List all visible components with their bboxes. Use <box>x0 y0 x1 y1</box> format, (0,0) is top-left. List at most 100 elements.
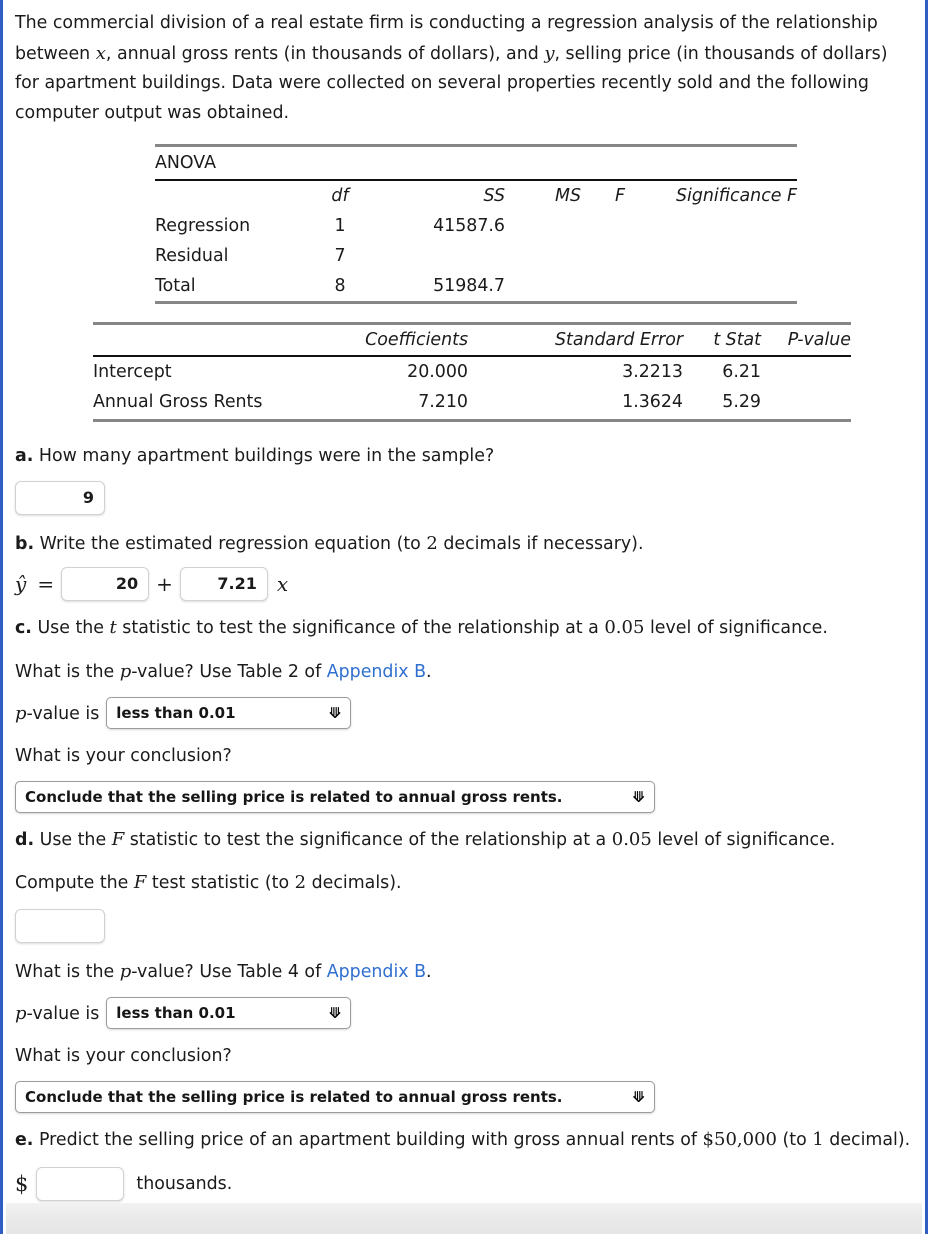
page-footer <box>6 1203 922 1234</box>
part-d-pvalue-select-value: less than 0.01 <box>116 1004 236 1022</box>
anova-row-1-f <box>581 241 625 271</box>
anova-row-2-label: Total <box>155 276 196 296</box>
predicted-price-input[interactable] <box>36 1167 125 1201</box>
slope-input[interactable]: 7.21 <box>179 567 268 601</box>
part-d-conclusion-question: What is your conclusion? <box>15 1046 232 1066</box>
equals-symbol: = <box>37 572 55 596</box>
part-c-conclusion-question: What is your conclusion? <box>15 746 232 766</box>
part-c-conclusion-select[interactable]: Conclude that the selling price is relat… <box>15 780 655 813</box>
anova-row-0-f <box>581 211 625 241</box>
part-e-amount: $50,000 <box>702 1128 777 1150</box>
chevron-down-icon: ⟱ <box>632 1087 645 1106</box>
part-c-pvalue-row: p-value is less than 0.01 ⟱ <box>15 697 913 729</box>
anova-title: ANOVA <box>155 144 797 180</box>
coef-row-0-tstat: 6.21 <box>683 355 761 387</box>
part-c-p-symbol: p <box>119 660 132 682</box>
dollar-sign: $ <box>15 1172 29 1196</box>
chevron-down-icon: ⟱ <box>632 787 645 806</box>
part-c-text-2: statistic to test the significance of th… <box>116 618 605 638</box>
part-d-f-symbol-2: F <box>133 872 147 893</box>
regression-equation-row: ŷ = 20 + 7.21 x <box>15 567 913 601</box>
anova-row-0-df: 1 <box>334 216 346 236</box>
anova-table-container: ANOVA df SS MS F Significance F Regressi… <box>15 144 913 305</box>
x-variable-symbol: x <box>276 572 289 596</box>
part-d-pv-text-1: What is the <box>15 961 120 982</box>
anova-row-0-label: Regression <box>155 216 251 236</box>
anova-row-0-ss: 41587.6 <box>433 216 505 236</box>
anova-row-2-ms <box>505 271 581 303</box>
question-page: The commercial division of a real estate… <box>0 0 928 1234</box>
part-c-conclusion-select-value: Conclude that the selling price is relat… <box>25 787 563 806</box>
coef-row-1-coef: 7.210 <box>418 392 468 412</box>
part-d-alpha: 0.05 <box>611 828 652 850</box>
part-b-text-2: decimals if necessary). <box>437 533 644 554</box>
coef-row-1-tstat: 5.29 <box>722 392 761 412</box>
part-c-pvalue-label-p: p <box>15 702 27 724</box>
part-c-pvalue-question: What is the p-value? Use Table 2 of Appe… <box>15 657 913 688</box>
part-c-pvalue-select-value: less than 0.01 <box>116 704 236 722</box>
anova-header-blank <box>155 179 305 211</box>
anova-header-f: F <box>581 179 625 211</box>
part-e-marker: e. <box>15 1129 34 1150</box>
coef-row-1-pvalue <box>761 387 851 421</box>
table-row: Total 8 51984.7 <box>155 271 797 303</box>
part-d-pv-text-2: -value? Use Table 4 of <box>131 961 327 982</box>
part-d-text-2: statistic to test the significance of th… <box>124 829 612 850</box>
coef-row-0-coef: 20.000 <box>293 355 468 387</box>
y-hat-symbol: ŷ <box>15 572 27 596</box>
table-row: Annual Gross Rents 7.210 1.3624 5.29 <box>93 387 851 421</box>
table-row: Residual 7 <box>155 241 797 271</box>
anova-header-df: df <box>305 179 375 211</box>
part-d-pvalue-label: p-value is <box>15 1003 106 1024</box>
part-d-pvalue-label-p: p <box>15 1002 27 1024</box>
part-c-pv-text-2: -value? Use Table 2 of <box>131 661 327 682</box>
coef-header-p-value: P-value <box>761 322 851 356</box>
part-e-text-2: (to <box>776 1129 813 1150</box>
part-b-text-1: Write the estimated regression equation … <box>39 533 427 554</box>
part-d-pvalue-select[interactable]: less than 0.01 ⟱ <box>106 997 352 1029</box>
appendix-b-link-c[interactable]: Appendix B <box>327 662 426 682</box>
f-statistic-input[interactable] <box>15 908 105 943</box>
part-d-compute-text-2: test statistic (to <box>146 873 295 893</box>
appendix-b-link-d[interactable]: Appendix B <box>327 962 426 982</box>
anova-row-1-label: Residual <box>155 246 229 266</box>
part-c-pv-text-3: . <box>426 661 432 682</box>
part-c-conclusion-row: Conclude that the selling price is relat… <box>15 780 913 813</box>
part-a-text: How many apartment buildings were in the… <box>38 446 495 466</box>
intro-var-y: y <box>544 42 555 64</box>
part-e-answer-row: $ thousands. <box>15 1167 913 1201</box>
anova-row-2-ss: 51984.7 <box>433 276 505 296</box>
part-e-decimals: 1 <box>812 1128 824 1150</box>
anova-row-2-sigf <box>625 271 797 303</box>
part-c-alpha: 0.05 <box>604 617 645 638</box>
part-c-pvalue-select[interactable]: less than 0.01 ⟱ <box>106 697 352 729</box>
part-d-compute-text-3: decimals). <box>306 873 402 893</box>
coef-row-0-label: Intercept <box>93 355 293 387</box>
part-d-pvalue-question: What is the p-value? Use Table 4 of Appe… <box>15 957 913 988</box>
part-d-conclusion-row: Conclude that the selling price is relat… <box>15 1080 913 1113</box>
anova-row-1-ss <box>375 241 505 271</box>
part-e-question: e. Predict the selling price of an apart… <box>15 1125 913 1156</box>
part-c-pvalue-label-rest: -value is <box>26 703 100 724</box>
anova-title-row: ANOVA <box>155 144 797 180</box>
anova-row-0-sigf <box>625 211 797 241</box>
sample-size-input[interactable]: 9 <box>15 480 105 515</box>
table-row: Intercept 20.000 3.2213 6.21 <box>93 355 851 387</box>
page-content: The commercial division of a real estate… <box>3 0 925 1201</box>
coef-header-row: Coefficients Standard Error t Stat P-val… <box>93 322 851 356</box>
intro-text-2: , annual gross rents (in thousands of do… <box>105 43 545 64</box>
part-c-text-1: Use the <box>37 618 110 638</box>
anova-header-ms: MS <box>505 179 581 211</box>
part-b-decimals: 2 <box>426 532 438 554</box>
coef-row-1-se: 1.3624 <box>622 392 683 412</box>
part-d-conclusion-select[interactable]: Conclude that the selling price is relat… <box>15 1080 655 1113</box>
part-d-pvalue-label-rest: -value is <box>26 1003 100 1024</box>
part-d-conclusion-select-value: Conclude that the selling price is relat… <box>25 1087 563 1106</box>
anova-bottom-rule <box>155 301 797 305</box>
part-c-pv-text-1: What is the <box>15 661 120 682</box>
coef-row-1-label: Annual Gross Rents <box>93 392 263 412</box>
part-d-pv-text-3: . <box>426 961 432 982</box>
part-b-question: b. Write the estimated regression equati… <box>15 529 913 560</box>
intercept-input[interactable]: 20 <box>61 567 150 601</box>
coef-header-coefficients: Coefficients <box>293 322 468 356</box>
